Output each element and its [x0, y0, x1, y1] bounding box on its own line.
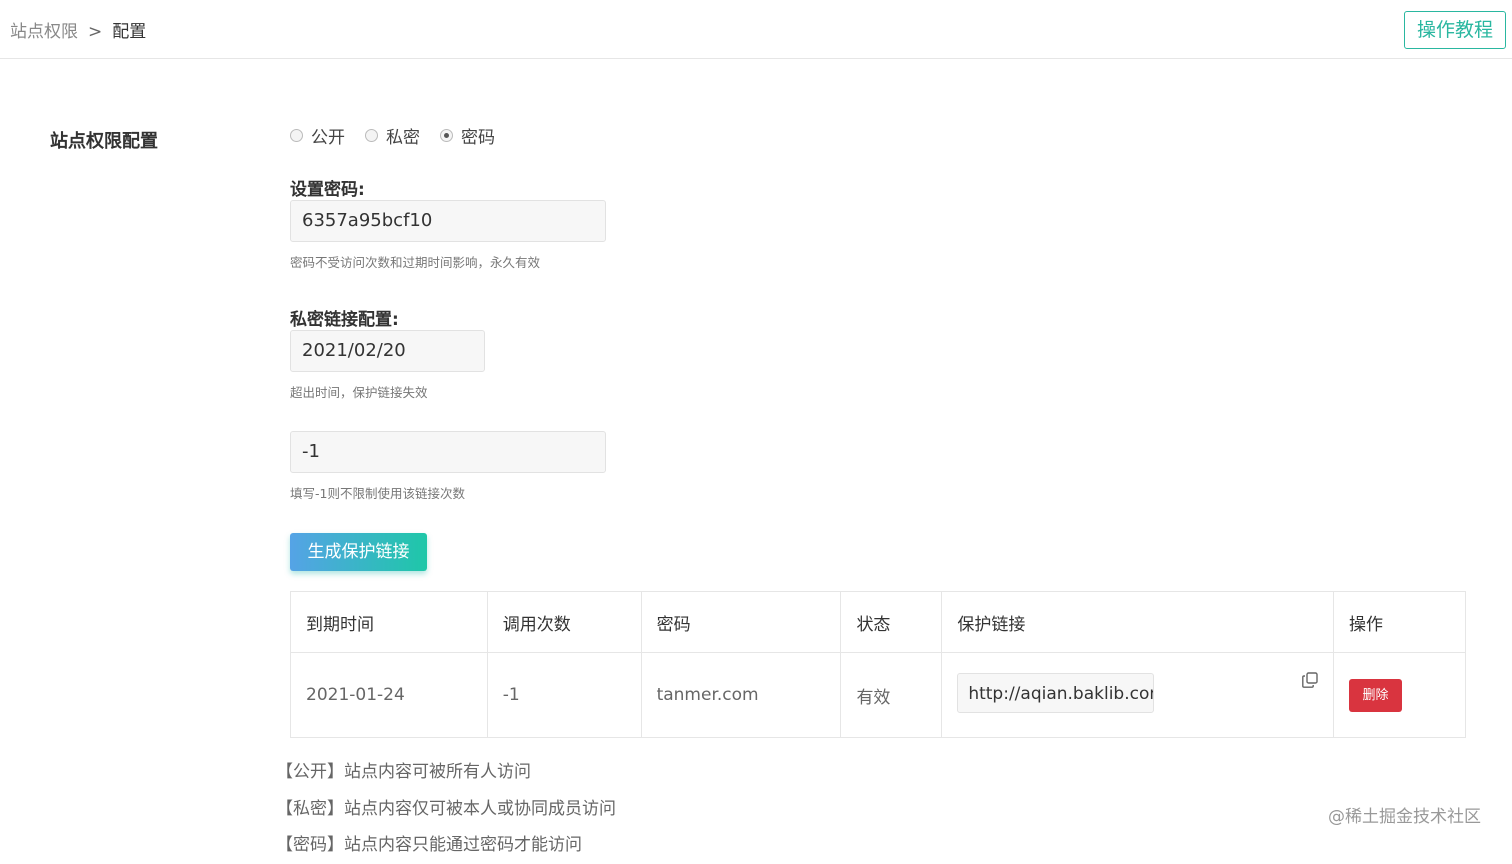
radio-password[interactable]: 密码	[440, 123, 495, 148]
expire-hint: 超出时间，保护链接失效	[290, 385, 428, 400]
delete-button[interactable]: 删除	[1349, 678, 1403, 712]
column-header-password: 密码	[640, 591, 842, 653]
radio-circle-icon[interactable]	[365, 129, 378, 142]
cell-password: tanmer.com	[640, 652, 842, 738]
column-header-expire: 到期时间	[290, 591, 488, 653]
table-row: 2021-01-24 -1 tanmer.com 有效 http://aqian…	[290, 652, 1466, 738]
radio-private[interactable]: 私密	[365, 123, 420, 148]
radio-checked-icon[interactable]	[440, 129, 453, 142]
breadcrumb-current: 配置	[112, 22, 147, 42]
cell-expire: 2021-01-24	[290, 652, 488, 738]
breadcrumb-separator: >	[88, 22, 103, 42]
private-link-label: 私密链接配置:	[290, 310, 399, 330]
cell-count: -1	[486, 652, 642, 738]
column-header-link: 保护链接	[941, 591, 1335, 653]
protected-links-table: 到期时间 调用次数 密码 状态 保护链接 操作 2021-01-24 -1 ta…	[290, 591, 1466, 738]
radio-label: 密码	[461, 128, 495, 148]
protected-link-field[interactable]: http://aqian.baklib.com	[957, 672, 1155, 713]
radio-label: 私密	[386, 128, 420, 148]
generate-link-button[interactable]: 生成保护链接	[290, 533, 427, 571]
cell-action: 删除	[1333, 652, 1466, 738]
cell-link: http://aqian.baklib.com	[941, 652, 1335, 738]
column-header-status: 状态	[840, 591, 943, 653]
section-title: 站点权限配置	[50, 131, 158, 152]
note-public: 【公开】站点内容可被所有人访问	[276, 762, 531, 782]
top-bar: 站点权限 > 配置 操作教程	[0, 0, 1512, 59]
table-header-row: 到期时间 调用次数 密码 状态 保护链接 操作	[290, 591, 1466, 653]
radio-label: 公开	[311, 128, 345, 148]
radio-circle-icon[interactable]	[290, 129, 303, 142]
copy-icon[interactable]	[1301, 671, 1319, 689]
note-password: 【密码】站点内容只能通过密码才能访问	[276, 835, 582, 855]
password-input[interactable]: 6357a95bcf10	[290, 200, 606, 242]
radio-public[interactable]: 公开	[290, 123, 345, 148]
password-label: 设置密码:	[290, 180, 365, 200]
usage-count-hint: 填写-1则不限制使用该链接次数	[290, 486, 465, 501]
breadcrumb: 站点权限 > 配置	[10, 17, 146, 42]
note-private: 【私密】站点内容仅可被本人或协同成员访问	[276, 798, 616, 819]
access-notes: 【公开】站点内容可被所有人访问 【私密】站点内容仅可被本人或协同成员访问 【密码…	[276, 754, 616, 864]
column-header-count: 调用次数	[486, 591, 642, 653]
password-hint: 密码不受访问次数和过期时间影响，永久有效	[290, 255, 541, 270]
breadcrumb-parent[interactable]: 站点权限	[10, 22, 78, 42]
cell-status: 有效	[840, 652, 943, 738]
usage-count-input[interactable]: -1	[290, 431, 606, 473]
column-header-action: 操作	[1333, 591, 1466, 653]
watermark: @稀土掘金技术社区	[1328, 807, 1481, 827]
tutorial-button[interactable]: 操作教程	[1404, 11, 1506, 49]
access-radio-group: 公开 私密 密码	[290, 123, 515, 148]
expire-date-input[interactable]: 2021/02/20	[290, 330, 485, 372]
